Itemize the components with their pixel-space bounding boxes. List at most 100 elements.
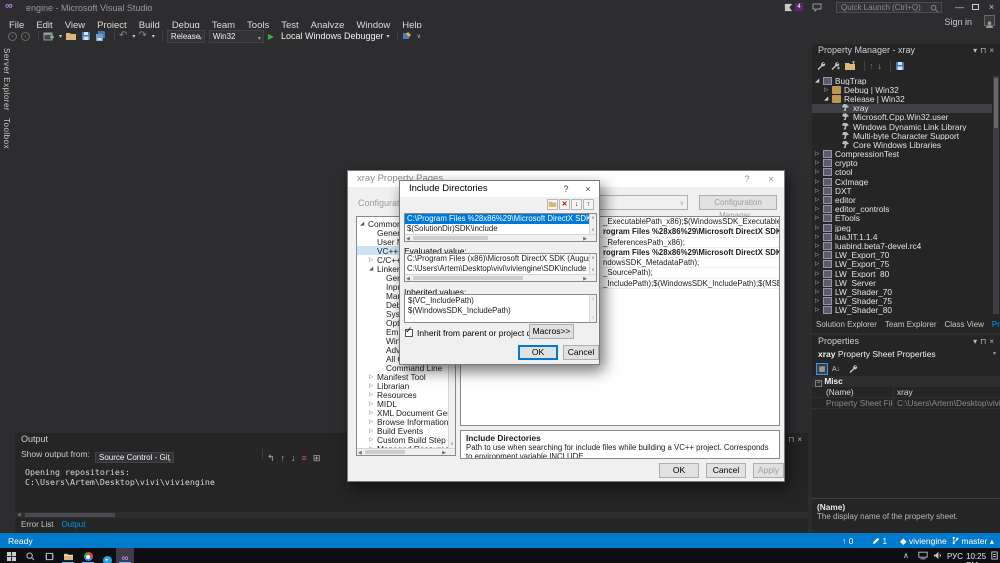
- property-manager-tree-item[interactable]: ▷LW_Shader_70: [812, 287, 992, 296]
- tree-expander-icon[interactable]: ◢: [815, 78, 823, 84]
- toggle-word-wrap-icon[interactable]: ⊞: [313, 453, 321, 463]
- tree-expander-icon[interactable]: ▷: [815, 160, 823, 166]
- configuration-manager-button[interactable]: Configuration Manager...: [699, 195, 777, 210]
- pm-save-icon[interactable]: [895, 61, 905, 71]
- git-pushes[interactable]: ↑ 0: [842, 536, 853, 546]
- property-pages-tree-item[interactable]: ▷Resources: [357, 390, 448, 399]
- new-project-dropdown-icon[interactable]: ▾: [59, 33, 62, 40]
- tree-expander-icon[interactable]: ▷: [815, 215, 823, 221]
- macros-button[interactable]: Macros>>: [529, 324, 574, 339]
- close-button[interactable]: ×: [985, 0, 998, 14]
- pp-cancel-button[interactable]: Cancel: [706, 463, 746, 478]
- tree-expander-icon[interactable]: ▷: [815, 179, 823, 185]
- quick-launch-input[interactable]: Quick Launch (Ctrl+Q): [836, 2, 942, 13]
- add-existing-property-sheet-icon[interactable]: [844, 61, 856, 71]
- property-manager-tree-item[interactable]: Multi-byte Character Support: [812, 131, 992, 140]
- property-manager-tree-item[interactable]: ▷LW_Server: [812, 278, 992, 287]
- redo-icon[interactable]: ↷: [138, 31, 146, 41]
- navigate-back-icon[interactable]: ‹: [8, 32, 17, 41]
- include-dialog-titlebar[interactable]: Include Directories ? ×: [400, 181, 599, 197]
- next-message-icon[interactable]: ↓: [291, 453, 296, 463]
- tree-expander-icon[interactable]: ▷: [369, 257, 377, 263]
- toolbar-overflow-icon[interactable]: ∨: [417, 33, 421, 40]
- bottom-tab-error-list[interactable]: Error List: [21, 520, 53, 529]
- pm-scrollbar[interactable]: [993, 76, 999, 314]
- bottom-tab-team-explorer[interactable]: Team Explorer: [885, 320, 937, 329]
- properties-title[interactable]: Properties ▾⊓×: [812, 335, 1000, 348]
- file-explorer-icon[interactable]: [59, 548, 77, 563]
- sign-in-link[interactable]: Sign in: [944, 17, 972, 27]
- directory-list-item[interactable]: $(SolutionDir)SDK\include: [405, 224, 589, 234]
- tray-expand-icon[interactable]: ∧: [903, 551, 909, 560]
- pp-apply-button[interactable]: Apply: [753, 463, 784, 478]
- network-icon[interactable]: [918, 551, 928, 560]
- git-edits[interactable]: 1: [872, 536, 887, 546]
- pp-tree-hscrollbar[interactable]: ◀▶: [357, 448, 455, 455]
- property-row-sheet-file[interactable]: Property Sheet File C:\Users\Artem\Deskt…: [812, 398, 1000, 409]
- property-manager-tree-item[interactable]: ▷ctool: [812, 168, 992, 177]
- clear-all-icon[interactable]: ≡: [302, 453, 307, 463]
- tree-expander-icon[interactable]: ▷: [369, 419, 377, 425]
- inc-help-icon[interactable]: ?: [557, 181, 575, 197]
- debugger-dropdown-icon[interactable]: ▾: [387, 33, 390, 40]
- directory-list-item[interactable]: C:\Program Files %28x86%29\Microsoft Dir…: [405, 214, 589, 224]
- tree-expander-icon[interactable]: ▷: [369, 392, 377, 398]
- tree-expander-icon[interactable]: ▷: [815, 298, 823, 304]
- pp-ok-button[interactable]: OK: [659, 463, 699, 478]
- property-manager-tree-item[interactable]: ▷CxImage: [812, 177, 992, 186]
- alphabetical-sort-icon[interactable]: A↓: [832, 366, 844, 373]
- pp-help-icon[interactable]: ?: [738, 171, 756, 187]
- notifications-flag-icon[interactable]: [784, 3, 793, 12]
- inc-cancel-button[interactable]: Cancel: [563, 345, 599, 360]
- property-manager-tree-item[interactable]: ▷editor: [812, 195, 992, 204]
- feedback-icon[interactable]: [812, 3, 822, 12]
- previous-message-icon[interactable]: ↑: [281, 453, 286, 463]
- property-manager-title[interactable]: Property Manager - xray ▾⊓×: [812, 44, 1000, 57]
- directories-list[interactable]: C:\Program Files %28x86%29\Microsoft Dir…: [404, 213, 597, 242]
- property-manager-tree-item[interactable]: ▷LW_Export_70: [812, 251, 992, 260]
- property-manager-tree-item[interactable]: xray: [812, 104, 992, 113]
- pm-pin-icon[interactable]: ⊓: [980, 46, 989, 55]
- evaluated-value-box[interactable]: C:\Program Files (x86)\Microsoft DirectX…: [404, 253, 597, 282]
- task-view-icon[interactable]: [40, 548, 58, 563]
- tree-expander-icon[interactable]: ▷: [815, 271, 823, 277]
- tree-expander-icon[interactable]: ▷: [369, 428, 377, 434]
- tree-expander-icon[interactable]: ◢: [824, 96, 832, 102]
- tree-expander-icon[interactable]: ▷: [369, 401, 377, 407]
- move-down-icon[interactable]: ↓: [878, 61, 883, 71]
- output-pin-icon[interactable]: ⊓: [788, 435, 797, 444]
- tree-expander-icon[interactable]: ▷: [815, 280, 823, 286]
- property-manager-tree-item[interactable]: ▷LW_Shader_80: [812, 306, 992, 315]
- props-close-icon[interactable]: ×: [989, 337, 997, 346]
- tree-expander-icon[interactable]: ◢: [369, 266, 377, 272]
- property-manager-tree-item[interactable]: ▷LW_Export_75: [812, 260, 992, 269]
- bottom-tab-output[interactable]: Output: [61, 520, 85, 529]
- property-manager-tree-item[interactable]: ▷LW_Export_80: [812, 269, 992, 278]
- user-avatar-icon[interactable]: [984, 15, 995, 26]
- telegram-icon[interactable]: ▸: [98, 548, 116, 563]
- property-manager-tree-item[interactable]: ◢BugTrap: [812, 76, 992, 85]
- tree-expander-icon[interactable]: ▷: [815, 252, 823, 258]
- tree-expander-icon[interactable]: ▷: [815, 234, 823, 240]
- property-manager-tree-item[interactable]: Microsoft.Cpp.Win32.user: [812, 113, 992, 122]
- tree-expander-icon[interactable]: ▷: [369, 410, 377, 416]
- property-manager-tree-item[interactable]: ▷LW_Shader_75: [812, 297, 992, 306]
- language-indicator[interactable]: РУС: [947, 552, 963, 561]
- chrome-icon[interactable]: [79, 548, 97, 563]
- configuration-select[interactable]: Release▾: [167, 30, 205, 43]
- move-up-icon[interactable]: ↑: [869, 61, 874, 71]
- start-debug-icon[interactable]: ▶: [268, 32, 274, 41]
- property-manager-tree-item[interactable]: ◢Release | Win32: [812, 94, 992, 103]
- git-branch[interactable]: master ▴: [952, 536, 994, 547]
- bottom-tab-class-view[interactable]: Class View: [945, 320, 984, 329]
- property-manager-tree-item[interactable]: ▷editor_controls: [812, 205, 992, 214]
- bottom-tab-property-mana-[interactable]: Property Mana...: [992, 320, 1000, 329]
- start-button[interactable]: [2, 548, 20, 563]
- output-horizontal-scrollbar[interactable]: ◀: [15, 512, 808, 518]
- property-manager-tree-item[interactable]: ▷crypto: [812, 159, 992, 168]
- tree-expander-icon[interactable]: ▷: [815, 206, 823, 212]
- open-folder-icon[interactable]: [65, 31, 77, 41]
- tree-expander-icon[interactable]: ▷: [815, 307, 823, 313]
- tree-expander-icon[interactable]: ▷: [815, 169, 823, 175]
- tree-expander-icon[interactable]: ◢: [360, 221, 368, 227]
